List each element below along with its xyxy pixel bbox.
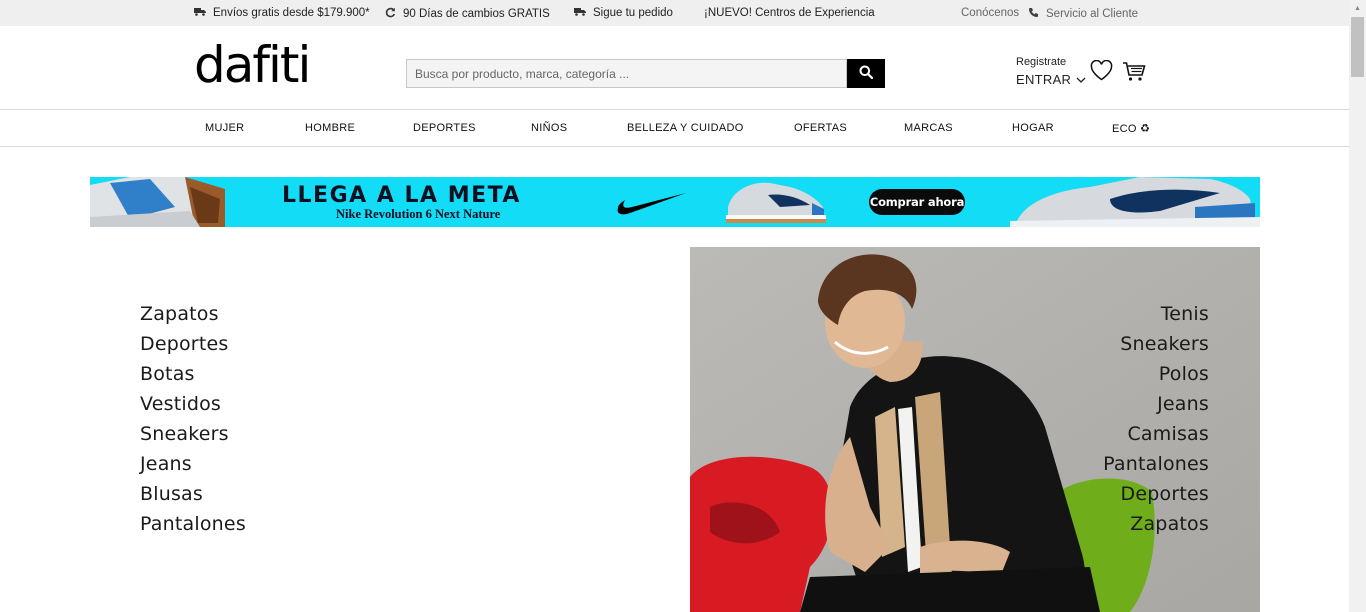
category-link[interactable]: Jeans [140, 449, 246, 479]
about-label: Conócenos [961, 7, 1020, 19]
customer-service-link[interactable]: Servicio al Cliente [1027, 7, 1138, 21]
scrollbar-thumb[interactable] [1351, 17, 1364, 77]
dafiti-logo[interactable]: dafiti [194, 40, 311, 90]
login-dropdown[interactable]: ENTRAR [1016, 73, 1086, 86]
category-link[interactable]: Jeans [1103, 389, 1209, 419]
search-icon [859, 65, 874, 82]
banner-subtitle: Nike Revolution 6 Next Nature [336, 207, 501, 221]
nav-item-ninos[interactable]: NIÑOS [531, 122, 567, 134]
shop-now-button[interactable]: Comprar ahora [869, 189, 965, 215]
category-link[interactable]: Zapatos [140, 299, 246, 329]
banner-title: LLEGA A LA META [282, 183, 521, 208]
women-category-list: Zapatos Deportes Botas Vestidos Sneakers… [140, 299, 246, 539]
nav-item-ofertas[interactable]: OFERTAS [794, 122, 847, 134]
promo-label: Envíos gratis desde $179.900* [213, 7, 370, 19]
nav-item-hombre[interactable]: HOMBRE [305, 122, 355, 134]
chevron-down-icon [1076, 73, 1086, 86]
category-link[interactable]: Deportes [1103, 479, 1209, 509]
promo-label: ¡NUEVO! Centros de Experiencia [704, 7, 875, 19]
heart-icon [1090, 59, 1113, 85]
promo-banner[interactable]: LLEGA A LA META Nike Revolution 6 Next N… [90, 177, 1260, 227]
promo-track-order[interactable]: Sigue tu pedido [574, 7, 673, 19]
cart-button[interactable] [1122, 61, 1146, 87]
nav-item-mujer[interactable]: MUJER [205, 122, 244, 134]
cart-icon [1122, 62, 1146, 86]
nav-item-deportes[interactable]: DEPORTES [413, 122, 476, 134]
nav-item-belleza[interactable]: BELLEZA Y CUIDADO [627, 122, 744, 134]
promo-free-shipping[interactable]: Envíos gratis desde $179.900* [194, 7, 370, 19]
promo-label: Sigue tu pedido [593, 7, 673, 19]
search-button[interactable] [847, 59, 885, 88]
shoe-image [1010, 177, 1260, 227]
category-link[interactable]: Botas [140, 359, 246, 389]
promo-label: 90 Días de cambios GRATIS [403, 8, 550, 20]
category-link[interactable]: Sneakers [1103, 329, 1209, 359]
register-link[interactable]: Registrate [1016, 57, 1086, 68]
phone-icon [1027, 7, 1039, 21]
login-label: ENTRAR [1016, 72, 1072, 87]
category-link[interactable]: Blusas [140, 479, 246, 509]
category-link[interactable]: Tenis [1103, 299, 1209, 329]
account-menu[interactable]: Registrate ENTRAR [1016, 57, 1086, 86]
about-link[interactable]: Conócenos [961, 7, 1019, 19]
promo-experience-centers[interactable]: ¡NUEVO! Centros de Experiencia [704, 7, 875, 19]
category-link[interactable]: Polos [1103, 359, 1209, 389]
scroll-up-arrow-icon[interactable]: ▲ [1349, 0, 1366, 17]
nav-item-hogar[interactable]: HOGAR [1012, 122, 1054, 134]
main-nav: MUJER HOMBRE DEPORTES NIÑOS BELLEZA Y CU… [0, 110, 1349, 147]
category-link[interactable]: Zapatos [1103, 509, 1209, 539]
promo-returns[interactable]: 90 Días de cambios GRATIS [384, 7, 550, 21]
truck-icon [574, 7, 586, 19]
search-input[interactable] [406, 59, 847, 88]
refresh-icon [384, 7, 396, 21]
promo-bar: Envíos gratis desde $179.900* 90 Días de… [0, 0, 1349, 26]
category-link[interactable]: Vestidos [140, 389, 246, 419]
category-link[interactable]: Pantalones [140, 509, 246, 539]
wishlist-button[interactable] [1090, 59, 1113, 86]
men-category-list: Tenis Sneakers Polos Jeans Camisas Panta… [1103, 299, 1209, 539]
nav-item-eco[interactable]: ECO ♻ [1112, 122, 1150, 135]
site-header: dafiti Registrate ENTRAR [0, 26, 1349, 110]
shoe-image [90, 177, 225, 227]
shoe-image [720, 177, 830, 227]
category-link[interactable]: Sneakers [140, 419, 246, 449]
customer-service-label: Servicio al Cliente [1046, 8, 1139, 20]
category-link[interactable]: Pantalones [1103, 449, 1209, 479]
nav-item-marcas[interactable]: MARCAS [904, 122, 953, 134]
category-link[interactable]: Deportes [140, 329, 246, 359]
truck-icon [194, 7, 206, 19]
category-link[interactable]: Camisas [1103, 419, 1209, 449]
men-promo-panel[interactable]: Tenis Sneakers Polos Jeans Camisas Panta… [690, 247, 1260, 612]
page-scrollbar[interactable]: ▲ [1349, 0, 1366, 612]
nike-swoosh-icon [616, 190, 686, 221]
